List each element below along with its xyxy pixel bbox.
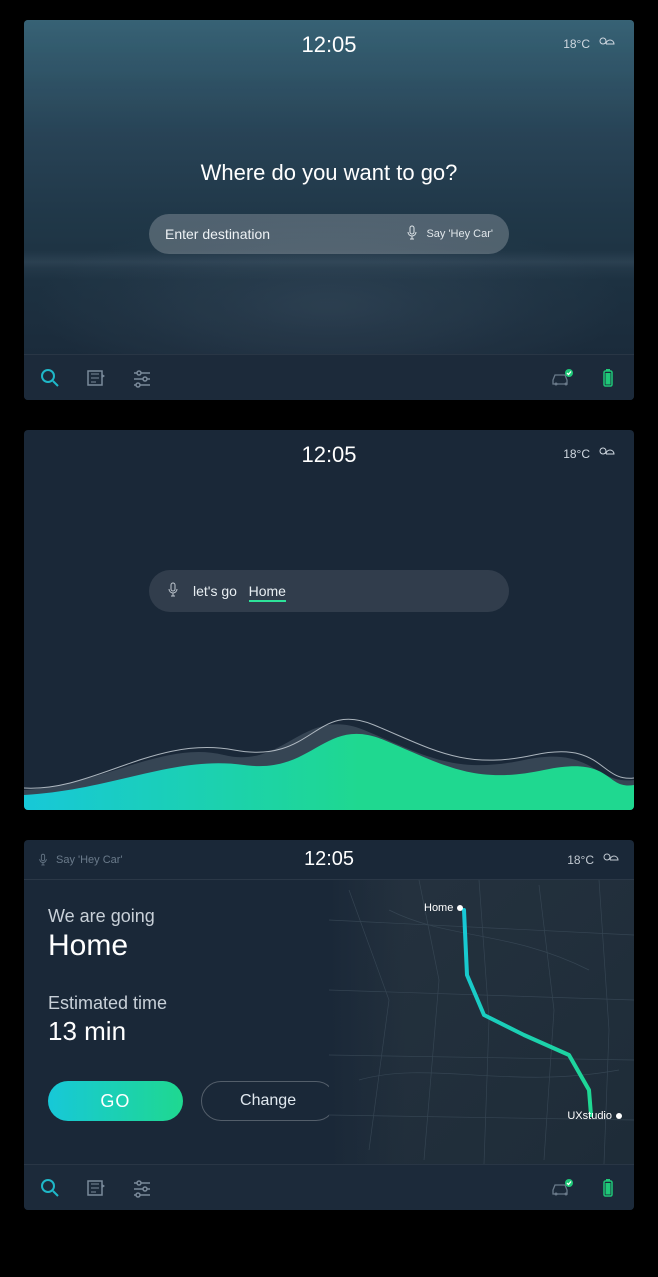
search-icon[interactable] (38, 1176, 62, 1200)
destination-prompt: Where do you want to go? (24, 160, 634, 186)
go-button[interactable]: GO (48, 1081, 183, 1121)
status-bar: 12:05 18°C (24, 430, 634, 480)
voice-hint-top[interactable]: Say 'Hey Car' (38, 853, 123, 867)
going-label: We are going (48, 906, 336, 927)
bottom-toolbar (24, 354, 634, 400)
destination-name: Home (48, 929, 336, 963)
home-screen: 12:05 18°C Where do you want to go? Ente… (24, 20, 634, 400)
search-placeholder: Enter destination (165, 226, 406, 242)
temperature: 18°C (563, 447, 590, 461)
weather-icon (596, 444, 616, 463)
map-dest-label: UXstudio (567, 1110, 612, 1122)
map-dot-icon (616, 1113, 622, 1119)
car-status-icon[interactable] (550, 1176, 574, 1200)
city-background (24, 20, 634, 400)
search-icon[interactable] (38, 366, 62, 390)
weather-widget[interactable]: 18°C (563, 444, 616, 463)
battery-icon[interactable] (596, 1176, 620, 1200)
clock: 12:05 (301, 442, 356, 468)
clock: 12:05 (304, 848, 354, 871)
voice-transcript-keyword: Home (249, 583, 286, 602)
weather-widget[interactable]: 18°C (567, 850, 620, 869)
bridge-silhouette (24, 250, 634, 280)
battery-icon[interactable] (596, 366, 620, 390)
destination-search-input[interactable]: Enter destination Say 'Hey Car' (149, 214, 509, 254)
map-destination-marker[interactable]: UXstudio (567, 1110, 622, 1122)
route-info-panel: We are going Home Estimated time 13 min … (24, 880, 360, 1164)
voice-waveform (24, 700, 634, 810)
map-dot-icon (457, 905, 463, 911)
settings-sliders-icon[interactable] (130, 366, 154, 390)
map-origin-marker[interactable]: Home (424, 902, 463, 914)
voice-input-screen: 12:05 18°C let's go Home (24, 430, 634, 810)
settings-sliders-icon[interactable] (130, 1176, 154, 1200)
media-icon[interactable] (84, 1176, 108, 1200)
status-bar: Say 'Hey Car' 12:05 18°C (24, 840, 634, 880)
route-confirm-screen: Say 'Hey Car' 12:05 18°C (24, 840, 634, 1210)
clock: 12:05 (301, 32, 356, 58)
voice-transcript-prefix: let's go (193, 583, 237, 599)
voice-hint-label: Say 'Hey Car' (56, 854, 123, 866)
eta-label: Estimated time (48, 993, 336, 1014)
status-bar: 12:05 18°C (24, 20, 634, 70)
temperature: 18°C (567, 853, 594, 867)
voice-transcript-pill[interactable]: let's go Home (149, 570, 509, 612)
weather-icon (600, 850, 620, 869)
map-origin-label: Home (424, 902, 453, 914)
weather-widget[interactable]: 18°C (563, 34, 616, 53)
microphone-icon (167, 582, 179, 601)
route-map[interactable]: Home UXstudio (329, 880, 634, 1164)
voice-hint: Say 'Hey Car' (426, 228, 493, 240)
bottom-toolbar (24, 1164, 634, 1210)
microphone-icon[interactable] (406, 225, 418, 244)
weather-icon (596, 34, 616, 53)
car-status-icon[interactable] (550, 366, 574, 390)
temperature: 18°C (563, 37, 590, 51)
media-icon[interactable] (84, 366, 108, 390)
eta-value: 13 min (48, 1016, 336, 1047)
change-button[interactable]: Change (201, 1081, 336, 1121)
